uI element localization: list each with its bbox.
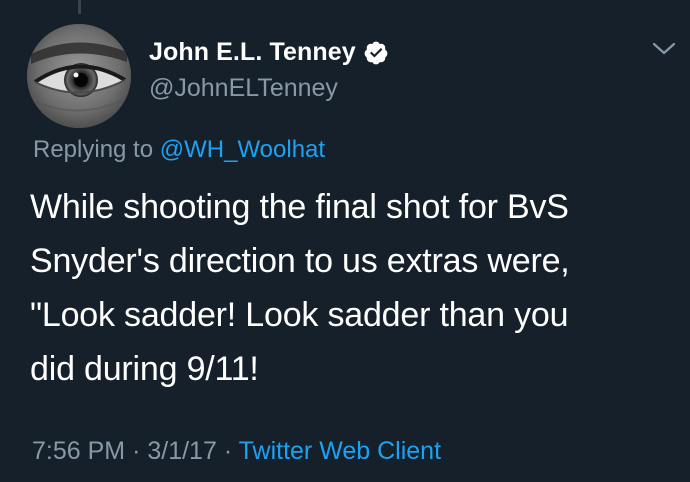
meta-separator: ·	[223, 437, 233, 465]
tweet-source-link[interactable]: Twitter Web Client	[239, 437, 441, 465]
meta-separator: ·	[132, 437, 141, 465]
tweet-text-line: While shooting the final shot for BvS	[30, 188, 569, 226]
author-handle[interactable]: @JohnELTenney	[149, 74, 338, 103]
reply-mention-link[interactable]: @WH_Woolhat	[160, 136, 325, 163]
tweet-time[interactable]: 7:56 PM	[32, 437, 125, 465]
author-name-row[interactable]: John E.L. Tenney	[149, 38, 389, 67]
chevron-down-icon[interactable]	[651, 40, 677, 58]
tweet-text: While shooting the final shot for BvS Sn…	[30, 180, 680, 396]
tweet-text-line: did during 9/11!	[30, 350, 259, 388]
author-display-name[interactable]: John E.L. Tenney	[149, 38, 356, 67]
eye-avatar-image	[27, 24, 131, 128]
tweet-date[interactable]: 3/1/17	[147, 437, 217, 465]
tweet-text-line: Snyder's direction to us extras were,	[30, 242, 570, 280]
thread-connector-line	[78, 0, 81, 14]
verified-badge-icon	[363, 40, 389, 66]
replying-to-label: Replying to	[33, 136, 154, 163]
replying-to-line: Replying to @WH_Woolhat	[33, 136, 325, 164]
tweet-metadata: 7:56 PM · 3/1/17 · Twitter Web Client	[32, 437, 441, 466]
avatar[interactable]	[27, 24, 131, 128]
tweet-text-line: "Look sadder! Look sadder than you	[30, 296, 569, 334]
